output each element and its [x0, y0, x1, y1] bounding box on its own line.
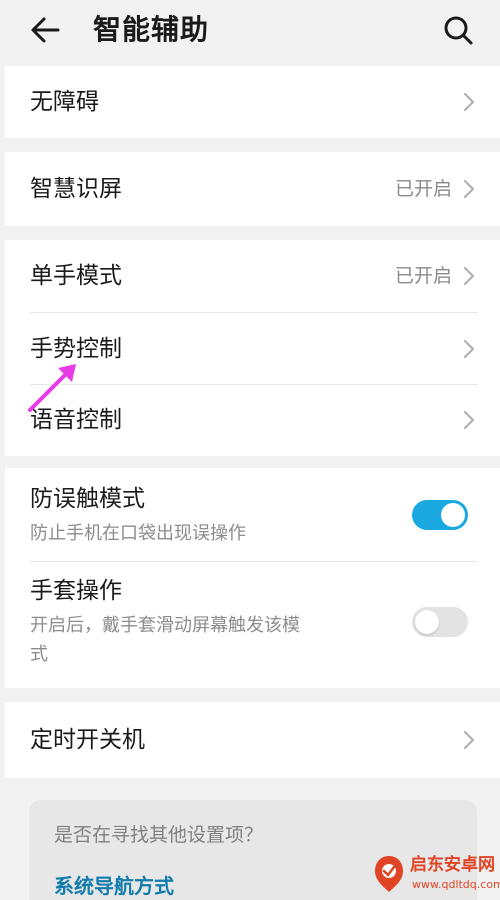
toggle-knob — [415, 610, 439, 634]
chevron-right-icon — [463, 266, 475, 286]
chevron-right-icon — [463, 339, 475, 359]
arrow-left-icon — [31, 17, 60, 43]
page-title: 智能辅助 — [93, 13, 210, 46]
app-header: 智能辅助 — [0, 0, 500, 62]
status-text: 已开启 — [394, 265, 452, 287]
settings-group-smart-screen: 智慧识屏 已开启 — [5, 152, 500, 226]
suggestion-title: 是否在寻找其他设置项？ — [54, 824, 264, 846]
watermark: 启东安卓网 www.qdltdq.com — [368, 852, 500, 900]
back-button[interactable] — [28, 12, 68, 48]
watermark-brand: 启东安卓网 — [410, 855, 495, 875]
chevron-right-icon — [463, 730, 475, 750]
annotation-arrow-icon — [28, 364, 76, 412]
glove-mode-toggle[interactable] — [412, 607, 468, 637]
toggle-knob — [441, 503, 465, 527]
search-icon — [444, 16, 473, 45]
list-item-glove-mode[interactable]: 手套操作 开启后，戴手套滑动屏幕触发该模 式 — [5, 562, 500, 688]
list-item-label: 手套操作 — [30, 578, 122, 604]
search-button[interactable] — [440, 12, 476, 48]
list-item-scheduled-power[interactable]: 定时开关机 — [5, 702, 500, 778]
list-item-label: 防误触模式 — [30, 486, 145, 512]
list-item-one-hand-mode[interactable]: 单手模式 已开启 — [5, 240, 500, 312]
list-item-smart-screen[interactable]: 智慧识屏 已开启 — [5, 152, 500, 226]
settings-group-touch: 防误触模式 防止手机在口袋出现误操作 手套操作 开启后，戴手套滑动屏幕触发该模 … — [5, 468, 500, 688]
chevron-right-icon — [463, 92, 475, 112]
accidental-touch-toggle[interactable] — [412, 500, 468, 530]
watermark-url: www.qdltdq.com — [412, 878, 500, 891]
list-item-label: 单手模式 — [30, 263, 122, 289]
settings-group-controls: 单手模式 已开启 手势控制 语音控制 — [5, 240, 500, 456]
list-item-accidental-touch[interactable]: 防误触模式 防止手机在口袋出现误操作 — [5, 468, 500, 560]
list-item-subtitle-continued: 式 — [30, 644, 48, 665]
list-item-accessibility[interactable]: 无障碍 — [5, 66, 500, 138]
watermark-logo-icon — [375, 856, 403, 892]
list-item-subtitle: 开启后，戴手套滑动屏幕触发该模 — [30, 615, 300, 636]
status-text: 已开启 — [394, 178, 452, 200]
chevron-right-icon — [463, 410, 475, 430]
settings-group-scheduled-power: 定时开关机 — [5, 702, 500, 778]
list-item-label: 无障碍 — [30, 89, 99, 115]
list-item-label: 定时开关机 — [30, 727, 145, 753]
suggestion-link[interactable]: 系统导航方式 — [54, 872, 174, 900]
list-item-subtitle: 防止手机在口袋出现误操作 — [30, 523, 246, 544]
chevron-right-icon — [463, 179, 475, 199]
settings-group-accessibility: 无障碍 — [5, 66, 500, 138]
list-item-label: 智慧识屏 — [30, 176, 122, 202]
